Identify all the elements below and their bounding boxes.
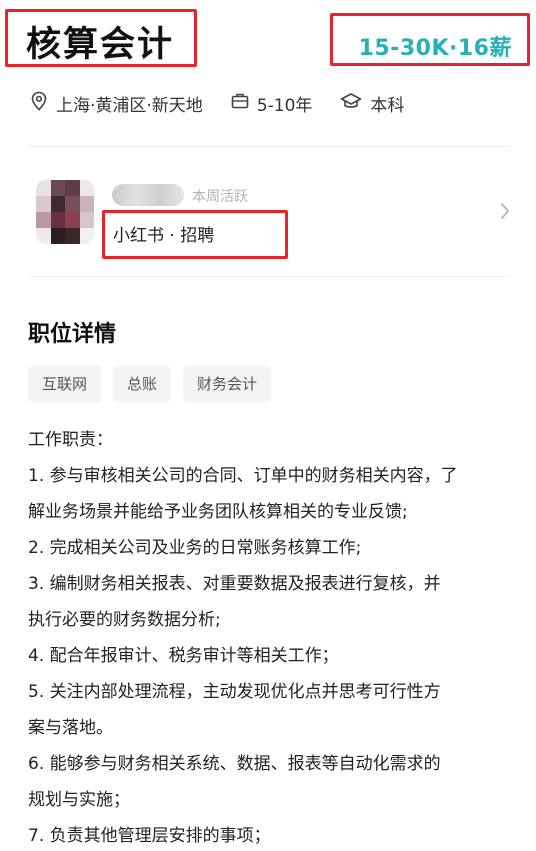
meta-experience: 5-10年: [231, 91, 313, 116]
description-line: 3. 编制财务相关报表、对重要数据及报表进行复核，并: [28, 574, 441, 594]
description-line: 4. 配合年报审计、税务审计等相关工作；: [28, 646, 339, 666]
description-line: 7. 负责其他管理层安排的事项；: [28, 826, 271, 846]
recruiter-card[interactable]: 本周活跃 小红书 · 招聘: [0, 168, 536, 268]
description-line: 案与落地。: [28, 718, 113, 738]
description-line: 6. 能够参与财务相关系统、数据、报表等自动化需求的: [28, 754, 441, 774]
description-line: 解业务场景并能给予业务团队核算相关的专业反馈;: [28, 502, 408, 522]
salary: 15-30K·16薪: [358, 36, 512, 61]
active-status: 本周活跃: [192, 189, 248, 205]
location-pin-icon: [30, 91, 56, 116]
avatar: [36, 180, 94, 244]
divider: [28, 146, 510, 147]
description-line: 工作职责：: [28, 430, 113, 450]
description-line: 2. 完成相关公司及业务的日常账务核算工作;: [28, 538, 362, 558]
experience-text: 5-10年: [256, 95, 313, 116]
chevron-right-icon[interactable]: [500, 202, 510, 224]
job-header: 核算会计 15-30K·16薪: [0, 0, 536, 78]
section-title: 职位详情: [28, 322, 117, 347]
description-line: 执行必要的财务数据分析;: [28, 610, 221, 630]
description-line: 5. 关注内部处理流程，主动发现优化点并思考可行性方: [28, 682, 441, 702]
description-line: 规划与实施；: [28, 790, 130, 810]
graduation-cap-icon: [340, 92, 370, 115]
job-description: 工作职责： 1. 参与审核相关公司的合同、订单中的财务相关内容，了 解业务场景并…: [28, 422, 510, 851]
job-title: 核算会计: [26, 25, 175, 65]
tag: 财务会计: [183, 366, 272, 402]
tag-list: 互联网 总账 财务会计: [28, 366, 283, 402]
tag: 总账: [113, 366, 172, 402]
tag: 互联网: [28, 366, 102, 402]
company-name: 小红书 · 招聘: [113, 226, 215, 246]
education-text: 本科: [370, 95, 405, 116]
meta-location: 上海·黄浦区·新天地: [30, 91, 203, 116]
meta-education: 本科: [340, 91, 404, 116]
briefcase-icon: [231, 92, 257, 115]
location-text: 上海·黄浦区·新天地: [56, 95, 203, 116]
description-line: 1. 参与审核相关公司的合同、订单中的财务相关内容，了: [28, 466, 458, 486]
job-meta: 上海·黄浦区·新天地 5-10年 本科: [30, 90, 432, 116]
divider: [28, 276, 510, 277]
recruiter-name-blurred: [112, 184, 184, 206]
